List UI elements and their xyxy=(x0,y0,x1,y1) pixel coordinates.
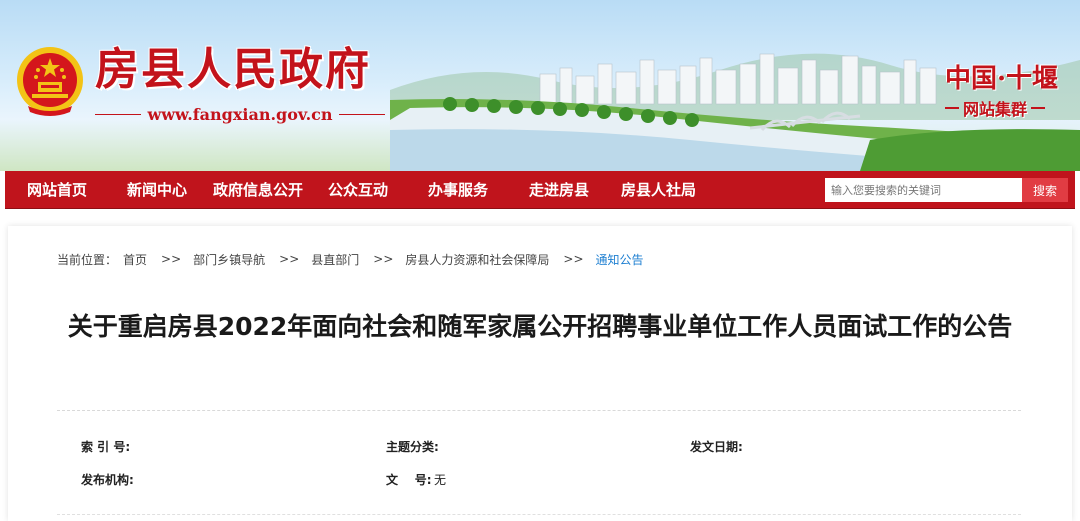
breadcrumb-notices[interactable]: 通知公告 xyxy=(596,251,644,268)
nav-item-about[interactable]: 走进房县 xyxy=(529,171,589,209)
brand-line-left xyxy=(944,107,959,109)
brand-sub-row: 网站集群 xyxy=(944,96,1058,120)
site-title[interactable]: 房县人民政府 xyxy=(95,42,371,98)
meta-issuer-label: 发布机构: xyxy=(81,473,134,487)
title-divider xyxy=(57,410,1021,411)
meta-issue-date-label: 发文日期: xyxy=(690,440,743,454)
meta-doc-no-label: 文 号: xyxy=(386,473,432,487)
nav-item-gov-info[interactable]: 政府信息公开 xyxy=(213,171,303,209)
breadcrumb-dept-nav[interactable]: 部门乡镇导航 xyxy=(193,251,265,268)
breadcrumb-prefix: 当前位置： xyxy=(57,252,118,267)
nav-item-hrss[interactable]: 房县人社局 xyxy=(621,171,696,209)
article-title: 关于重启房县2022年面向社会和随军家属公开招聘事业单位工作人员面试工作的公告 xyxy=(67,312,1013,341)
header-banner: 房县人民政府 www.fangxian.gov.cn 中国·十堰 网站集群 xyxy=(0,0,1080,171)
meta-divider xyxy=(57,514,1021,515)
meta-index-no-label: 索 引 号: xyxy=(81,440,131,454)
shiyan-portal-brand[interactable]: 中国·十堰 网站集群 xyxy=(944,64,1058,120)
nav-item-interaction[interactable]: 公众互动 xyxy=(328,171,388,209)
breadcrumb-separator: >> xyxy=(279,252,300,266)
meta-doc-no-value: 无 xyxy=(434,473,447,487)
url-divider-left xyxy=(95,113,142,115)
nav-item-services[interactable]: 办事服务 xyxy=(428,171,488,209)
brand-main-text: 中国·十堰 xyxy=(944,64,1058,94)
site-url: www.fangxian.gov.cn xyxy=(147,104,333,124)
url-divider-right xyxy=(338,113,385,115)
nav-item-news[interactable]: 新闻中心 xyxy=(127,171,187,209)
breadcrumb-separator: >> xyxy=(373,252,394,266)
national-emblem-icon xyxy=(17,47,83,116)
breadcrumb-hrss-bureau[interactable]: 房县人力资源和社会保障局 xyxy=(405,251,549,268)
brand-sub-text: 网站集群 xyxy=(962,100,1027,119)
article-panel: 当前位置： 首页 >> 部门乡镇导航 >> 县直部门 >> 房县人力资源和社会保… xyxy=(8,226,1072,521)
breadcrumb-separator: >> xyxy=(161,252,182,266)
main-nav: 网站首页 新闻中心 政府信息公开 公众互动 办事服务 走进房县 房县人社局 搜索 xyxy=(5,171,1075,209)
meta-topic-label: 主题分类: xyxy=(386,440,439,454)
site-url-row: www.fangxian.gov.cn xyxy=(95,104,385,124)
search-button[interactable]: 搜索 xyxy=(1022,178,1068,202)
brand-line-right xyxy=(1030,107,1045,109)
breadcrumb-county-depts[interactable]: 县直部门 xyxy=(311,251,359,268)
search-input[interactable] xyxy=(825,178,1022,202)
breadcrumb: 当前位置： 首页 >> 部门乡镇导航 >> 县直部门 >> 房县人力资源和社会保… xyxy=(57,250,650,268)
breadcrumb-separator: >> xyxy=(563,252,584,266)
breadcrumb-home[interactable]: 首页 xyxy=(123,251,147,268)
nav-item-home[interactable]: 网站首页 xyxy=(27,171,87,209)
